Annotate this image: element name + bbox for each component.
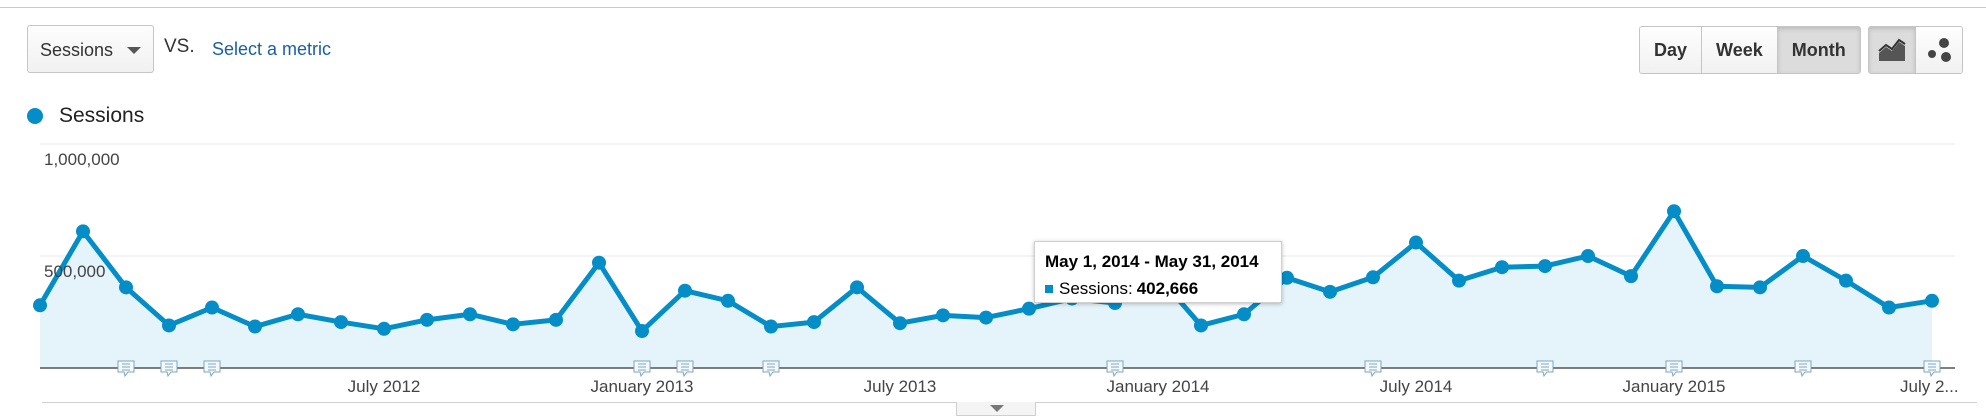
- data-point[interactable]: [549, 312, 563, 327]
- annotation-marker-icon[interactable]: [633, 360, 651, 378]
- x-tick-label: January 2014: [1106, 377, 1209, 396]
- data-point[interactable]: [205, 300, 219, 315]
- annotation-marker-icon[interactable]: [203, 360, 221, 378]
- data-point[interactable]: [1925, 293, 1939, 308]
- data-point[interactable]: [1495, 260, 1509, 275]
- data-point[interactable]: [592, 255, 606, 270]
- y-tick-label: 500,000: [44, 262, 105, 281]
- x-tick-label: January 2015: [1622, 377, 1725, 396]
- annotation-marker-icon[interactable]: [1106, 360, 1124, 378]
- annotation-marker-icon[interactable]: [1665, 360, 1683, 378]
- data-tooltip: May 1, 2014 - May 31, 2014 Sessions: 402…: [1034, 241, 1282, 303]
- data-point[interactable]: [1237, 307, 1251, 322]
- data-point[interactable]: [764, 319, 778, 334]
- x-tick-label: July 2...: [1900, 377, 1959, 396]
- data-point[interactable]: [1581, 249, 1595, 263]
- tooltip-series-label: Sessions:: [1059, 279, 1133, 298]
- data-point[interactable]: [162, 318, 176, 333]
- data-point[interactable]: [248, 319, 262, 334]
- data-point[interactable]: [1409, 235, 1423, 250]
- annotation-marker-icon[interactable]: [676, 360, 694, 378]
- chart-expand-handle[interactable]: [956, 402, 1036, 416]
- annotation-marker-icon[interactable]: [160, 360, 178, 378]
- data-point[interactable]: [33, 298, 47, 313]
- annotation-marker-icon[interactable]: [1923, 360, 1941, 378]
- y-tick-label: 1,000,000: [44, 150, 120, 169]
- tooltip-swatch: [1045, 285, 1053, 293]
- data-point[interactable]: [119, 280, 133, 295]
- annotation-marker-icon[interactable]: [117, 360, 135, 378]
- data-point[interactable]: [334, 315, 348, 330]
- annotation-marker-icon[interactable]: [762, 360, 780, 378]
- data-point[interactable]: [463, 307, 477, 322]
- data-point[interactable]: [1796, 249, 1810, 263]
- data-point[interactable]: [807, 315, 821, 330]
- data-point[interactable]: [1452, 273, 1466, 288]
- data-point[interactable]: [936, 308, 950, 323]
- annotation-marker-icon[interactable]: [1364, 360, 1382, 378]
- data-point[interactable]: [678, 283, 692, 298]
- x-tick-label: July 2012: [348, 377, 421, 396]
- tooltip-title: May 1, 2014 - May 31, 2014: [1045, 252, 1259, 271]
- data-point[interactable]: [506, 317, 520, 332]
- data-point[interactable]: [1194, 318, 1208, 333]
- data-point[interactable]: [1624, 269, 1638, 284]
- x-tick-label: July 2013: [864, 377, 937, 396]
- data-point[interactable]: [1538, 259, 1552, 274]
- tooltip-value: 402,666: [1136, 279, 1199, 298]
- data-point[interactable]: [1022, 301, 1036, 316]
- data-point[interactable]: [1710, 279, 1724, 294]
- x-tick-label: January 2013: [590, 377, 693, 396]
- data-point[interactable]: [420, 312, 434, 327]
- series-area: [40, 211, 1932, 368]
- data-point[interactable]: [979, 310, 993, 325]
- x-tick-label: July 2014: [1380, 377, 1453, 396]
- annotation-marker-icon[interactable]: [1536, 360, 1554, 378]
- data-point[interactable]: [291, 307, 305, 322]
- data-point[interactable]: [1366, 270, 1380, 285]
- data-point[interactable]: [850, 280, 864, 295]
- data-point[interactable]: [1667, 204, 1681, 219]
- sessions-chart: 500,000 1,000,000 July 2012 January 2013 Jul…: [33, 143, 1959, 396]
- data-point[interactable]: [1882, 300, 1896, 315]
- data-point[interactable]: [635, 324, 649, 339]
- data-point[interactable]: [377, 321, 391, 336]
- data-point[interactable]: [721, 293, 735, 308]
- data-point[interactable]: [1839, 273, 1853, 288]
- data-point[interactable]: [1280, 270, 1294, 285]
- data-point[interactable]: [1753, 280, 1767, 295]
- data-point[interactable]: [1323, 284, 1337, 299]
- data-point[interactable]: [76, 224, 90, 239]
- chevron-down-icon: [990, 405, 1004, 412]
- annotation-marker-icon[interactable]: [1794, 360, 1812, 378]
- data-point[interactable]: [893, 316, 907, 331]
